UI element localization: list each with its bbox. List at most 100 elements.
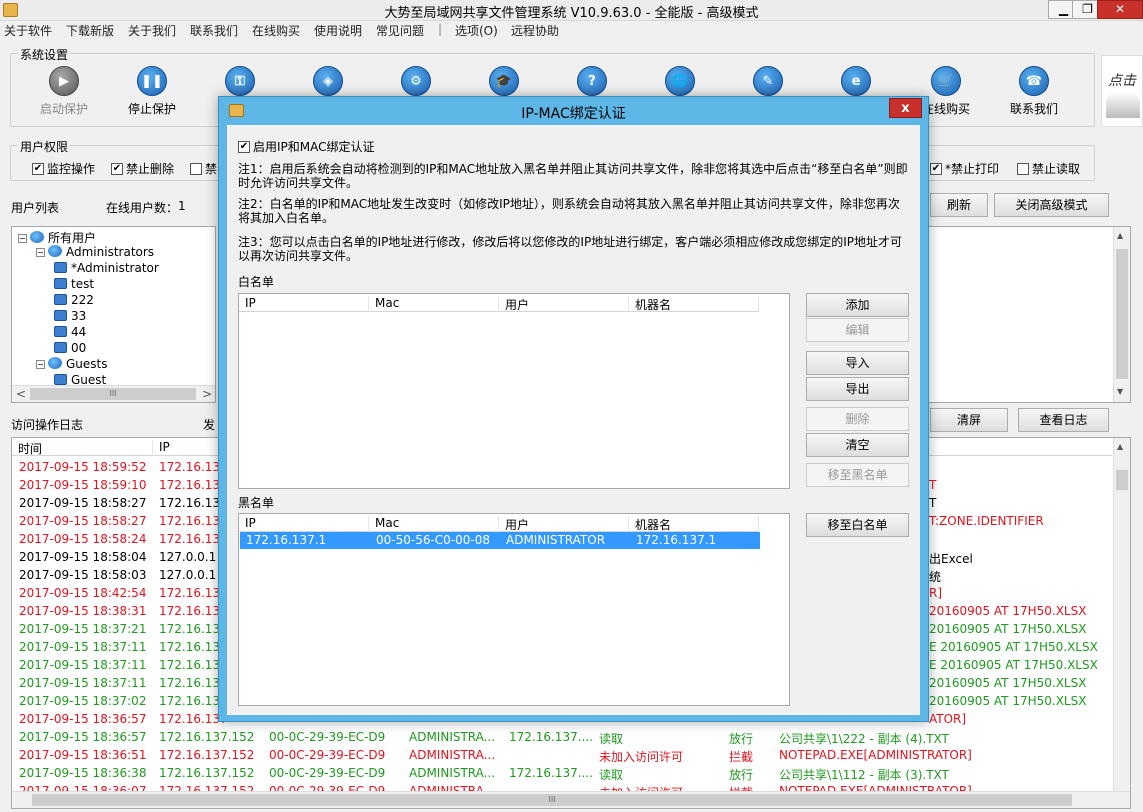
log-row[interactable]: 2017-09-15 18:36:57 172.16.137.152 00-0C-2… [12, 728, 1112, 746]
export-button[interactable]: 导出 [806, 377, 909, 401]
logo-text: 点击 [1108, 73, 1136, 89]
tree-hscroll-thumb[interactable]: III [30, 388, 196, 400]
right-panel-vscroll-thumb[interactable] [1116, 249, 1128, 379]
menu-options[interactable]: 选项(O) [455, 22, 498, 39]
tool-globe-button[interactable]: 🌐 [644, 66, 716, 100]
scroll-up-icon[interactable]: ▲ [1117, 231, 1123, 240]
log-vscroll[interactable]: ▲ [1113, 438, 1130, 791]
monitor-label: 监控操作 [47, 162, 96, 176]
log-hscroll-thumb[interactable]: III [32, 794, 1072, 806]
log-row[interactable]: 2017-09-15 18:36:51 172.16.137.152 00-0C-2… [12, 746, 1112, 764]
log-cell: 2017-09-15 18:58:27 [19, 514, 147, 528]
access-log-label-2: 发 [203, 418, 216, 432]
log-cell: ADMINISTRA... [409, 730, 496, 744]
log-cell: 2017-09-15 18:59:52 [19, 460, 147, 474]
menu-manual[interactable]: 使用说明 [314, 22, 362, 39]
scroll-down-icon[interactable]: ▼ [1117, 387, 1123, 396]
log-cell-tail: 20160905 AT 17H50.XLSX [929, 622, 1087, 636]
user-computer-icon [54, 310, 67, 321]
log-cell-tail: R] [929, 586, 943, 600]
collapse-icon[interactable]: − [36, 360, 45, 369]
collapse-icon[interactable]: − [18, 234, 27, 243]
log-cell: 公司共享\1\222 - 副本 (4).TXT [779, 732, 949, 746]
blacklist-row-selected[interactable]: 172.16.137.1 00-50-56-C0-00-08 ADMINISTR… [240, 532, 760, 549]
move-to-blacklist-button[interactable]: 移至黑名单 [806, 463, 909, 487]
tool-notes-button[interactable]: ✎ [732, 66, 804, 100]
log-cell: 放行 [729, 768, 754, 782]
close-advanced-button[interactable]: 关闭高级模式 [994, 193, 1109, 217]
tree-item[interactable]: *Administrator [54, 261, 159, 275]
tree-item-label: 00 [71, 341, 87, 355]
log-cell-tail: T:ZONE.IDENTIFIER [929, 514, 1044, 528]
menu-contact[interactable]: 联系我们 [190, 22, 238, 39]
whitelist-table: IP Mac 用户 机器名 [238, 293, 790, 489]
clear-screen-button[interactable]: 清屏 [930, 408, 1008, 432]
enable-binding-checkbox[interactable]: ✔ 启用IP和MAC绑定认证 [238, 138, 375, 155]
whitelist-label: 白名单 [238, 275, 275, 289]
log-cell-tail: 统 [929, 570, 942, 584]
gear-icon: ⚙ [401, 66, 431, 96]
no-read-checkbox[interactable]: 禁止读取 [1017, 160, 1080, 177]
menu-remote-help[interactable]: 远程协助 [511, 22, 559, 39]
refresh-button[interactable]: 刷新 [930, 193, 988, 217]
bl-cell-ip: 172.16.137.1 [246, 533, 327, 547]
tool-help-button[interactable]: ? [556, 66, 628, 100]
monitor-checkbox[interactable]: ✔ 监控操作 [32, 160, 95, 177]
right-panel-vscroll[interactable]: ▲ ▼ [1113, 227, 1130, 402]
import-button[interactable]: 导入 [806, 351, 909, 375]
online-users-label: 在线用户数： [106, 201, 179, 215]
tree-item[interactable]: 222 [54, 293, 94, 307]
no-delete-checkbox[interactable]: ✔ 禁止删除 [111, 160, 174, 177]
tool-key-button[interactable]: ⚿ [204, 66, 276, 100]
tool-gear-button[interactable]: ⚙ [380, 66, 452, 100]
tree-item[interactable]: test [54, 277, 94, 291]
cart-icon: 🛒 [931, 66, 961, 96]
perm-checkbox-3[interactable]: 禁 [190, 160, 217, 177]
log-cell: 127.0.0.1 [159, 550, 217, 564]
menu-faq[interactable]: 常见问题 [376, 22, 424, 39]
delete-button[interactable]: 删除 [806, 407, 909, 431]
log-row[interactable]: 2017-09-15 18:36:38 172.16.137.152 00-0C-2… [12, 764, 1112, 782]
menu-about-software[interactable]: 关于软件 [4, 22, 52, 39]
log-cell: 2017-09-15 18:58:04 [19, 550, 147, 564]
tree-item[interactable]: 33 [54, 309, 86, 323]
log-hscroll[interactable]: III [12, 791, 1130, 808]
tool-phone-button[interactable]: ☎ 联系我们 [998, 66, 1070, 117]
close-button[interactable]: ✕ [1097, 0, 1143, 19]
tree-hscroll[interactable]: < III > [12, 385, 215, 402]
tool-ie-browser-button[interactable]: e [820, 66, 892, 100]
log-vscroll-thumb[interactable] [1116, 470, 1128, 490]
tree-item[interactable]: − 所有用户 [18, 229, 96, 246]
tree-item[interactable]: 44 [54, 325, 86, 339]
menu-about-us[interactable]: 关于我们 [128, 22, 176, 39]
user-computer-icon [54, 294, 67, 305]
tree-item[interactable]: − Administrators [36, 245, 154, 259]
view-log-button[interactable]: 查看日志 [1018, 408, 1109, 432]
scroll-left-icon[interactable]: < [16, 387, 26, 401]
tool-pause-button[interactable]: ❚❚ 停止保护 [116, 66, 188, 117]
menu-buy-online[interactable]: 在线购买 [252, 22, 300, 39]
tree-item-label: Guests [66, 357, 108, 371]
blacklist-header: IP Mac 用户 机器名 [239, 514, 759, 532]
log-cell: ADMINISTRA... [409, 766, 496, 780]
checkbox-box: ✔ [111, 162, 123, 175]
log-cell-tail: E 20160905 AT 17H50.XLSX [929, 658, 1098, 672]
scroll-up-icon[interactable]: ▲ [1117, 442, 1123, 451]
tool-graduation-cap-button[interactable]: 🎓 [468, 66, 540, 100]
collapse-icon[interactable]: − [36, 248, 45, 257]
add-button[interactable]: 添加 [806, 293, 909, 317]
tool-play-button[interactable]: ▶ 启动保护 [28, 66, 100, 117]
wl-col-mac: Mac [369, 296, 499, 312]
edit-button[interactable]: 编辑 [806, 318, 909, 342]
checkbox-box: ✔ [238, 140, 250, 153]
log-cell: 172.16.137.152 [159, 748, 255, 762]
move-to-whitelist-button[interactable]: 移至白名单 [806, 513, 909, 537]
no-print-checkbox[interactable]: ✔ *禁止打印 [930, 160, 999, 177]
tree-item[interactable]: − Guests [36, 357, 108, 371]
tree-item[interactable]: 00 [54, 341, 86, 355]
scroll-right-icon[interactable]: > [202, 387, 212, 401]
menu-download[interactable]: 下载新版 [66, 22, 114, 39]
tool-shield-button[interactable]: ◈ [292, 66, 364, 100]
clear-button[interactable]: 清空 [806, 433, 909, 457]
dialog-close-button[interactable]: x [889, 98, 922, 118]
